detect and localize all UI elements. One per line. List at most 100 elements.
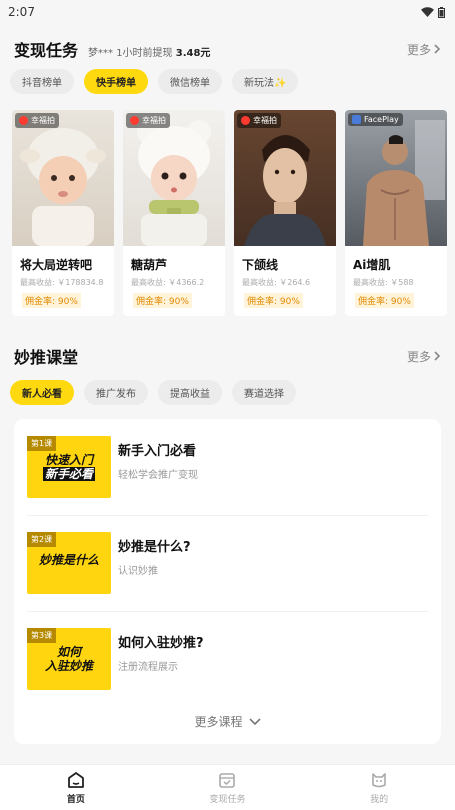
tab-tasks[interactable]: 变现任务 <box>187 771 267 805</box>
task-card[interactable]: 幸福拍 糖葫芦 最高收益: ￥4366.2 佣金率: 90% <box>123 110 225 316</box>
course-more-label: 更多 <box>406 349 431 364</box>
task-card-image: 幸福拍 <box>123 110 225 246</box>
tab-new-play[interactable]: 新玩法✨ <box>232 69 299 94</box>
lesson-info: 新手入门必看 轻松学会推广变现 <box>118 440 428 481</box>
lesson-badge: 第3课 <box>27 628 57 643</box>
lesson-cover-line: 快速入门 <box>44 453 93 467</box>
task-card-title: 糖葫芦 <box>131 258 168 272</box>
lesson-cover: 第1课 快速入门 新手必看 <box>27 436 111 498</box>
task-card-title: Ai增肌 <box>353 258 391 272</box>
tab-wechat-list[interactable]: 微信榜单 <box>158 69 222 94</box>
chevron-right-icon <box>434 44 441 54</box>
more-courses-label: 更多课程 <box>194 715 243 729</box>
task-card-earnings: 最高收益: ￥178834.8 <box>20 278 104 287</box>
tab-douyin-list[interactable]: 抖音榜单 <box>10 69 74 94</box>
lesson-cover-line: 妙推是什么 <box>38 553 99 567</box>
lesson-badge: 第1课 <box>27 436 57 451</box>
task-card[interactable]: 幸福拍 下颌线 最高收益: ￥264.6 佣金率: 90% <box>234 110 336 316</box>
lesson-list: 第1课 快速入门 新手必看 新手入门必看 轻松学会推广变现 第2课 妙推是什么 … <box>14 419 441 744</box>
lesson-cover: 第3课 如何 入驻妙推 <box>27 628 111 690</box>
tab-track-select[interactable]: 赛道选择 <box>232 380 296 405</box>
chevron-right-icon <box>434 351 441 361</box>
baby-sheep-hat-image <box>20 128 106 246</box>
earn-tabs: 抖音榜单 快手榜单 微信榜单 新玩法✨ <box>0 69 455 94</box>
chevron-down-icon <box>248 717 261 725</box>
status-bar: 2:07 <box>0 0 455 24</box>
tab-promotion[interactable]: 推广发布 <box>84 380 148 405</box>
lesson-cover-text: 快速入门 新手必看 <box>31 453 107 482</box>
divider <box>27 515 428 516</box>
task-card-rate: 佣金率: 90% <box>133 293 192 308</box>
lesson-cover-text: 如何 入驻妙推 <box>31 645 107 674</box>
lesson-item[interactable]: 第1课 快速入门 新手必看 新手入门必看 轻松学会推广变现 <box>27 423 428 511</box>
tab-increase-earnings[interactable]: 提高收益 <box>158 380 222 405</box>
lesson-cover-line: 新手必看 <box>42 466 95 481</box>
lesson-item[interactable]: 第2课 妙推是什么 妙推是什么? 认识妙推 <box>27 519 428 607</box>
task-card-title: 将大局逆转吧 <box>20 258 93 272</box>
app-tag-label: 幸福拍 <box>31 116 55 125</box>
tab-newbie[interactable]: 新人必看 <box>10 380 74 405</box>
xingfupai-logo-icon <box>241 116 250 125</box>
app-tag: 幸福拍 <box>126 113 170 128</box>
lesson-cover-text: 妙推是什么 <box>31 553 107 568</box>
lesson-subtitle: 认识妙推 <box>118 565 158 577</box>
baby-bear-hat-image <box>137 120 211 246</box>
withdraw-notice-text: 梦*** 1小时前提现 <box>88 48 173 59</box>
task-card-image: 幸福拍 <box>234 110 336 246</box>
app-tag-label: FacePlay <box>364 115 399 124</box>
tab-profile[interactable]: 我的 <box>339 771 419 805</box>
man-portrait-image <box>234 110 336 246</box>
task-card-earnings: 最高收益: ￥588 <box>353 278 414 287</box>
tab-home[interactable]: 首页 <box>36 771 116 805</box>
lesson-title: 如何入驻妙推? <box>118 635 204 651</box>
status-icons <box>421 6 445 18</box>
more-courses-button[interactable]: 更多课程 <box>14 713 441 730</box>
task-card-list: 幸福拍 将大局逆转吧 最高收益: ￥178834.8 佣金率: 90% 幸福拍 … <box>0 110 455 316</box>
divider <box>27 611 428 612</box>
earn-section-title: 变现任务 <box>14 41 79 60</box>
tab-tasks-label: 变现任务 <box>209 794 246 805</box>
muscle-man-image <box>363 120 445 246</box>
tab-kuaishou-list[interactable]: 快手榜单 <box>84 69 148 94</box>
tab-profile-label: 我的 <box>370 794 389 805</box>
lesson-subtitle: 轻松学会推广变现 <box>118 469 198 481</box>
lesson-info: 妙推是什么? 认识妙推 <box>118 536 428 577</box>
app-tag: 幸福拍 <box>237 113 281 128</box>
battery-icon <box>438 6 445 18</box>
wifi-icon <box>421 7 434 17</box>
task-icon <box>219 772 236 788</box>
course-section-title: 妙推课堂 <box>14 348 79 367</box>
withdraw-notice: 梦*** 1小时前提现 3.48元 <box>88 44 210 59</box>
app-tag-label: 幸福拍 <box>253 116 277 125</box>
lesson-cover: 第2课 妙推是什么 <box>27 532 111 594</box>
withdraw-amount: 3.48元 <box>175 48 211 59</box>
lesson-subtitle: 注册流程展示 <box>118 661 178 673</box>
task-card-earnings: 最高收益: ￥264.6 <box>242 278 311 287</box>
faceplay-logo-icon <box>352 115 361 124</box>
lesson-title: 妙推是什么? <box>118 539 191 555</box>
lesson-info: 如何入驻妙推? 注册流程展示 <box>118 632 428 673</box>
status-time: 2:07 <box>8 5 35 19</box>
earn-more-label: 更多 <box>406 42 431 57</box>
earn-more-link[interactable]: 更多 <box>407 41 441 58</box>
course-more-link[interactable]: 更多 <box>407 348 441 365</box>
app-tag: 幸福拍 <box>15 113 59 128</box>
task-card-rate: 佣金率: 90% <box>22 293 81 308</box>
app-tag-label: 幸福拍 <box>142 116 166 125</box>
app-tag: FacePlay <box>348 113 403 126</box>
profile-icon <box>372 772 386 787</box>
task-card[interactable]: 幸福拍 将大局逆转吧 最高收益: ￥178834.8 佣金率: 90% <box>12 110 114 316</box>
earn-section-header: 变现任务 梦*** 1小时前提现 3.48元 更多 <box>0 38 455 60</box>
task-card-title: 下颌线 <box>242 258 279 272</box>
task-card-image: FacePlay <box>345 110 447 246</box>
lesson-cover-line: 如何 <box>56 645 81 659</box>
xingfupai-logo-icon <box>19 116 28 125</box>
lesson-title: 新手入门必看 <box>118 443 197 459</box>
task-card-image: 幸福拍 <box>12 110 114 246</box>
xingfupai-logo-icon <box>130 116 139 125</box>
task-card[interactable]: FacePlay Ai增肌 最高收益: ￥588 佣金率: 90% <box>345 110 447 316</box>
lesson-item[interactable]: 第3课 如何 入驻妙推 如何入驻妙推? 注册流程展示 <box>27 615 428 703</box>
course-tabs: 新人必看 推广发布 提高收益 赛道选择 <box>0 380 455 405</box>
bottom-tab-bar: 首页 变现任务 我的 <box>0 764 455 810</box>
lesson-cover-line: 入驻妙推 <box>44 658 93 673</box>
